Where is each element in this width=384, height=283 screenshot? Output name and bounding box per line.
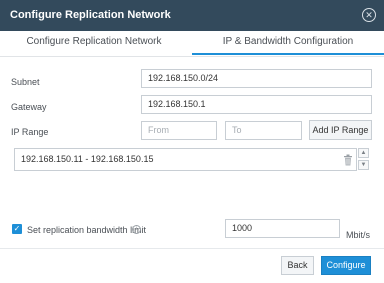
trash-icon[interactable]: [343, 154, 353, 166]
bandwidth-limit-input[interactable]: 1000: [225, 219, 340, 238]
chevron-up-icon[interactable]: ▲: [358, 148, 369, 158]
bandwidth-unit-label: Mbit/s: [346, 230, 371, 240]
tab-ip-bandwidth-configuration[interactable]: IP & Bandwidth Configuration: [192, 31, 384, 55]
back-button[interactable]: Back: [281, 256, 314, 275]
footer-divider: [0, 248, 384, 249]
ip-range-to-input[interactable]: To: [225, 121, 302, 140]
subnet-input[interactable]: 192.168.150.0/24: [141, 69, 372, 88]
add-ip-range-button[interactable]: Add IP Range: [309, 120, 372, 140]
ip-range-label: IP Range: [11, 127, 49, 137]
dialog-title: Configure Replication Network: [10, 9, 171, 21]
info-icon[interactable]: i: [132, 225, 141, 234]
ip-range-list: 192.168.150.11 - 192.168.150.15: [14, 148, 357, 171]
configure-button[interactable]: Configure: [321, 256, 371, 275]
subnet-label: Subnet: [11, 77, 40, 87]
gateway-label: Gateway: [11, 102, 47, 112]
close-icon[interactable]: ✕: [362, 8, 376, 22]
configure-replication-network-dialog: Configure Replication Network ✕ Configur…: [0, 0, 384, 283]
ip-range-from-placeholder: From: [148, 125, 169, 135]
dialog-titlebar: Configure Replication Network ✕: [0, 0, 384, 31]
ip-range-list-item[interactable]: 192.168.150.11 - 192.168.150.15: [21, 154, 153, 164]
bandwidth-limit-label: Set replication bandwidth limit: [27, 225, 147, 235]
tab-bar: Configure Replication Network IP & Bandw…: [0, 31, 384, 57]
chevron-down-icon[interactable]: ▼: [358, 160, 369, 170]
ip-range-to-placeholder: To: [232, 125, 242, 135]
ip-range-scrollbar[interactable]: ▲ ▼: [358, 148, 370, 171]
ip-range-from-input[interactable]: From: [141, 121, 217, 140]
bandwidth-limit-checkbox[interactable]: ✓: [12, 224, 22, 234]
gateway-input[interactable]: 192.168.150.1: [141, 95, 372, 114]
tab-configure-replication-network[interactable]: Configure Replication Network: [0, 31, 188, 55]
